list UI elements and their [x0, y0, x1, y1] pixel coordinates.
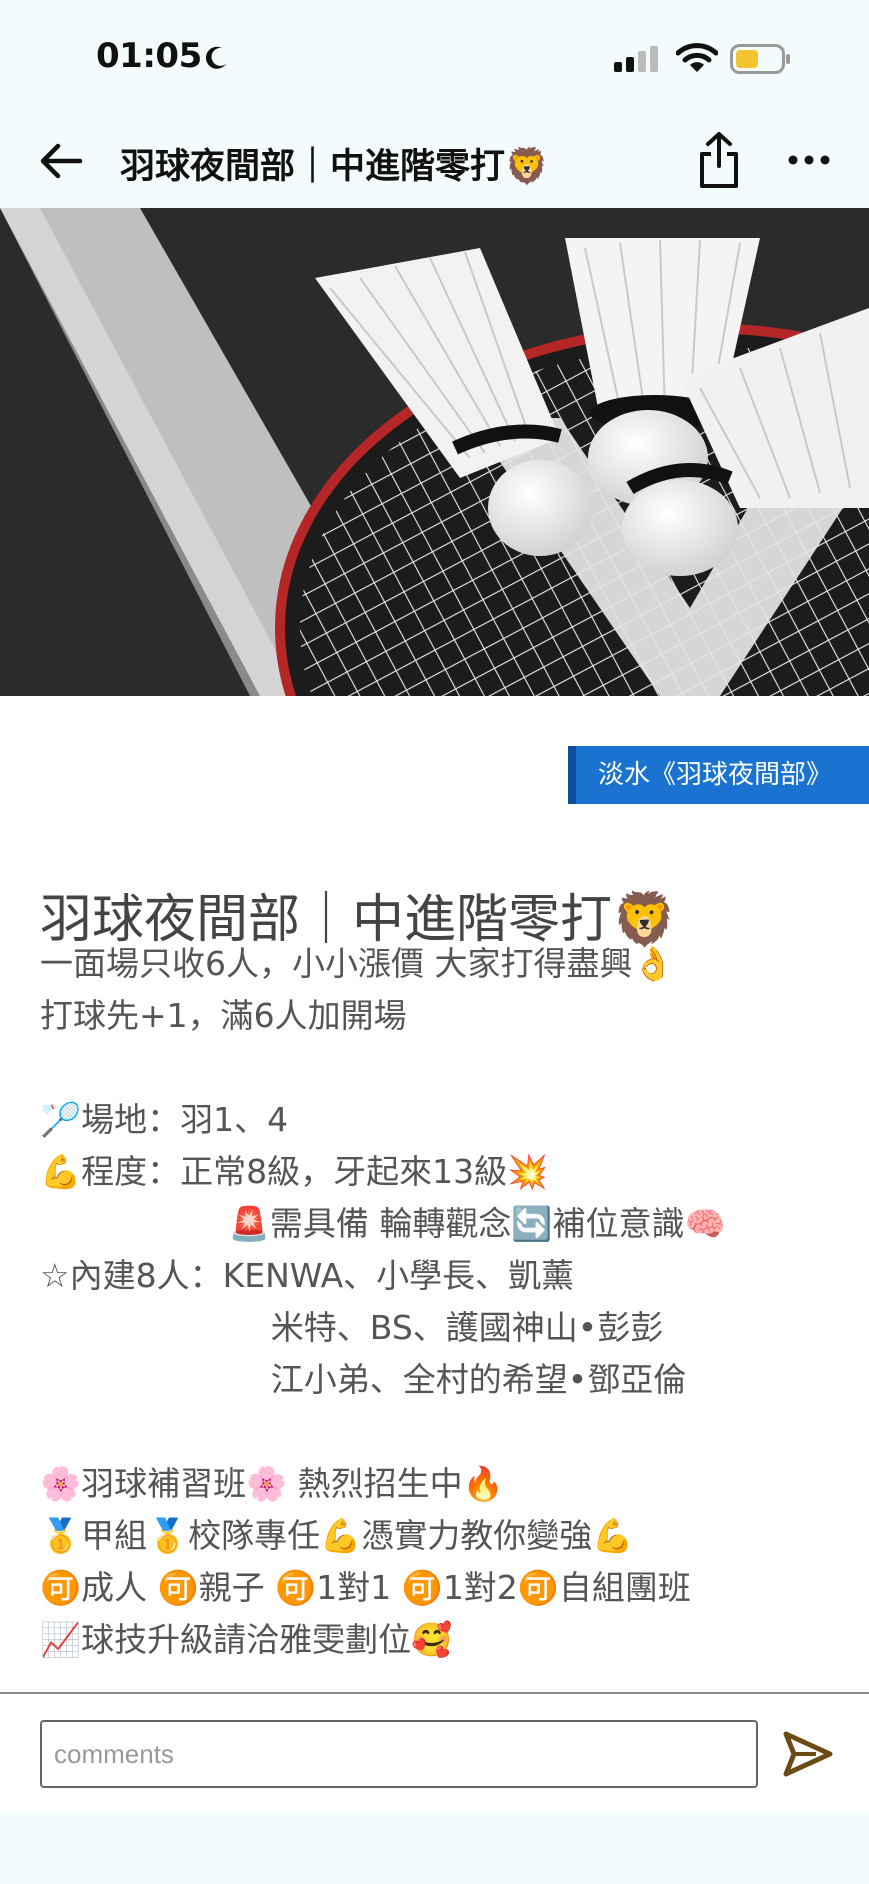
post-body: 一面場只收6人，小小漲價 大家打得盡興👌 打球先+1，滿6人加開場 🏸場地：羽1… — [40, 938, 850, 1666]
post-line: 🉑成人 🉑親子 🉑1對1 🉑1對2🉑自組團班 — [40, 1568, 691, 1607]
more-horizontal-icon — [788, 155, 830, 165]
post-line: 一面場只收6人，小小漲價 大家打得盡興👌 — [40, 944, 674, 983]
post-line: 🚨需具備 輪轉觀念🔄補位意識🧠 — [40, 1204, 726, 1243]
wifi-icon — [676, 43, 718, 72]
back-button[interactable] — [36, 136, 86, 186]
comment-input[interactable] — [40, 1720, 758, 1788]
post-line: 🥇甲組🥇校隊專任💪憑實力教你變強💪 — [40, 1516, 634, 1555]
post-line: 打球先+1，滿6人加開場 — [40, 996, 407, 1035]
category-tag[interactable]: 淡水《羽球夜間部》 — [568, 746, 869, 804]
comment-bar — [0, 1692, 869, 1814]
shuttlecock-racket-illustration — [0, 208, 869, 696]
status-bar: 01:05 — [0, 0, 869, 110]
post-line — [40, 1406, 850, 1458]
send-button[interactable] — [780, 1728, 836, 1780]
post-line: 📈球技升級請洽雅雯劃位🥰 — [40, 1620, 453, 1659]
arrow-left-icon — [40, 143, 83, 179]
more-button[interactable] — [784, 140, 834, 180]
share-icon — [700, 132, 738, 188]
post-line: 米特、BS、護國神山•彭彭 — [40, 1308, 664, 1347]
send-icon — [783, 1731, 833, 1777]
home-indicator-area — [0, 1812, 869, 1884]
cellular-signal-icon — [614, 46, 658, 72]
nav-title: 羽球夜間部｜中進階零打🦁 — [120, 147, 549, 187]
moon-icon — [205, 46, 226, 69]
post-line: 🏸場地：羽1、4 — [40, 1100, 289, 1139]
battery-icon — [730, 44, 790, 74]
post-line — [40, 1042, 850, 1094]
post-line: 江小弟、全村的希望•鄧亞倫 — [40, 1360, 687, 1399]
post-line: 🌸羽球補習班🌸 熱烈招生中🔥 — [40, 1464, 504, 1503]
nav-bar: 羽球夜間部｜中進階零打🦁 — [0, 110, 869, 208]
post-line: 💪程度：正常8級，牙起來13級💥 — [40, 1152, 549, 1191]
status-time: 01:05 — [96, 36, 202, 76]
share-button[interactable] — [694, 130, 744, 190]
post-line: ☆內建8人：KENWA、小學長、凱薰 — [40, 1256, 575, 1295]
hero-image — [0, 208, 869, 696]
